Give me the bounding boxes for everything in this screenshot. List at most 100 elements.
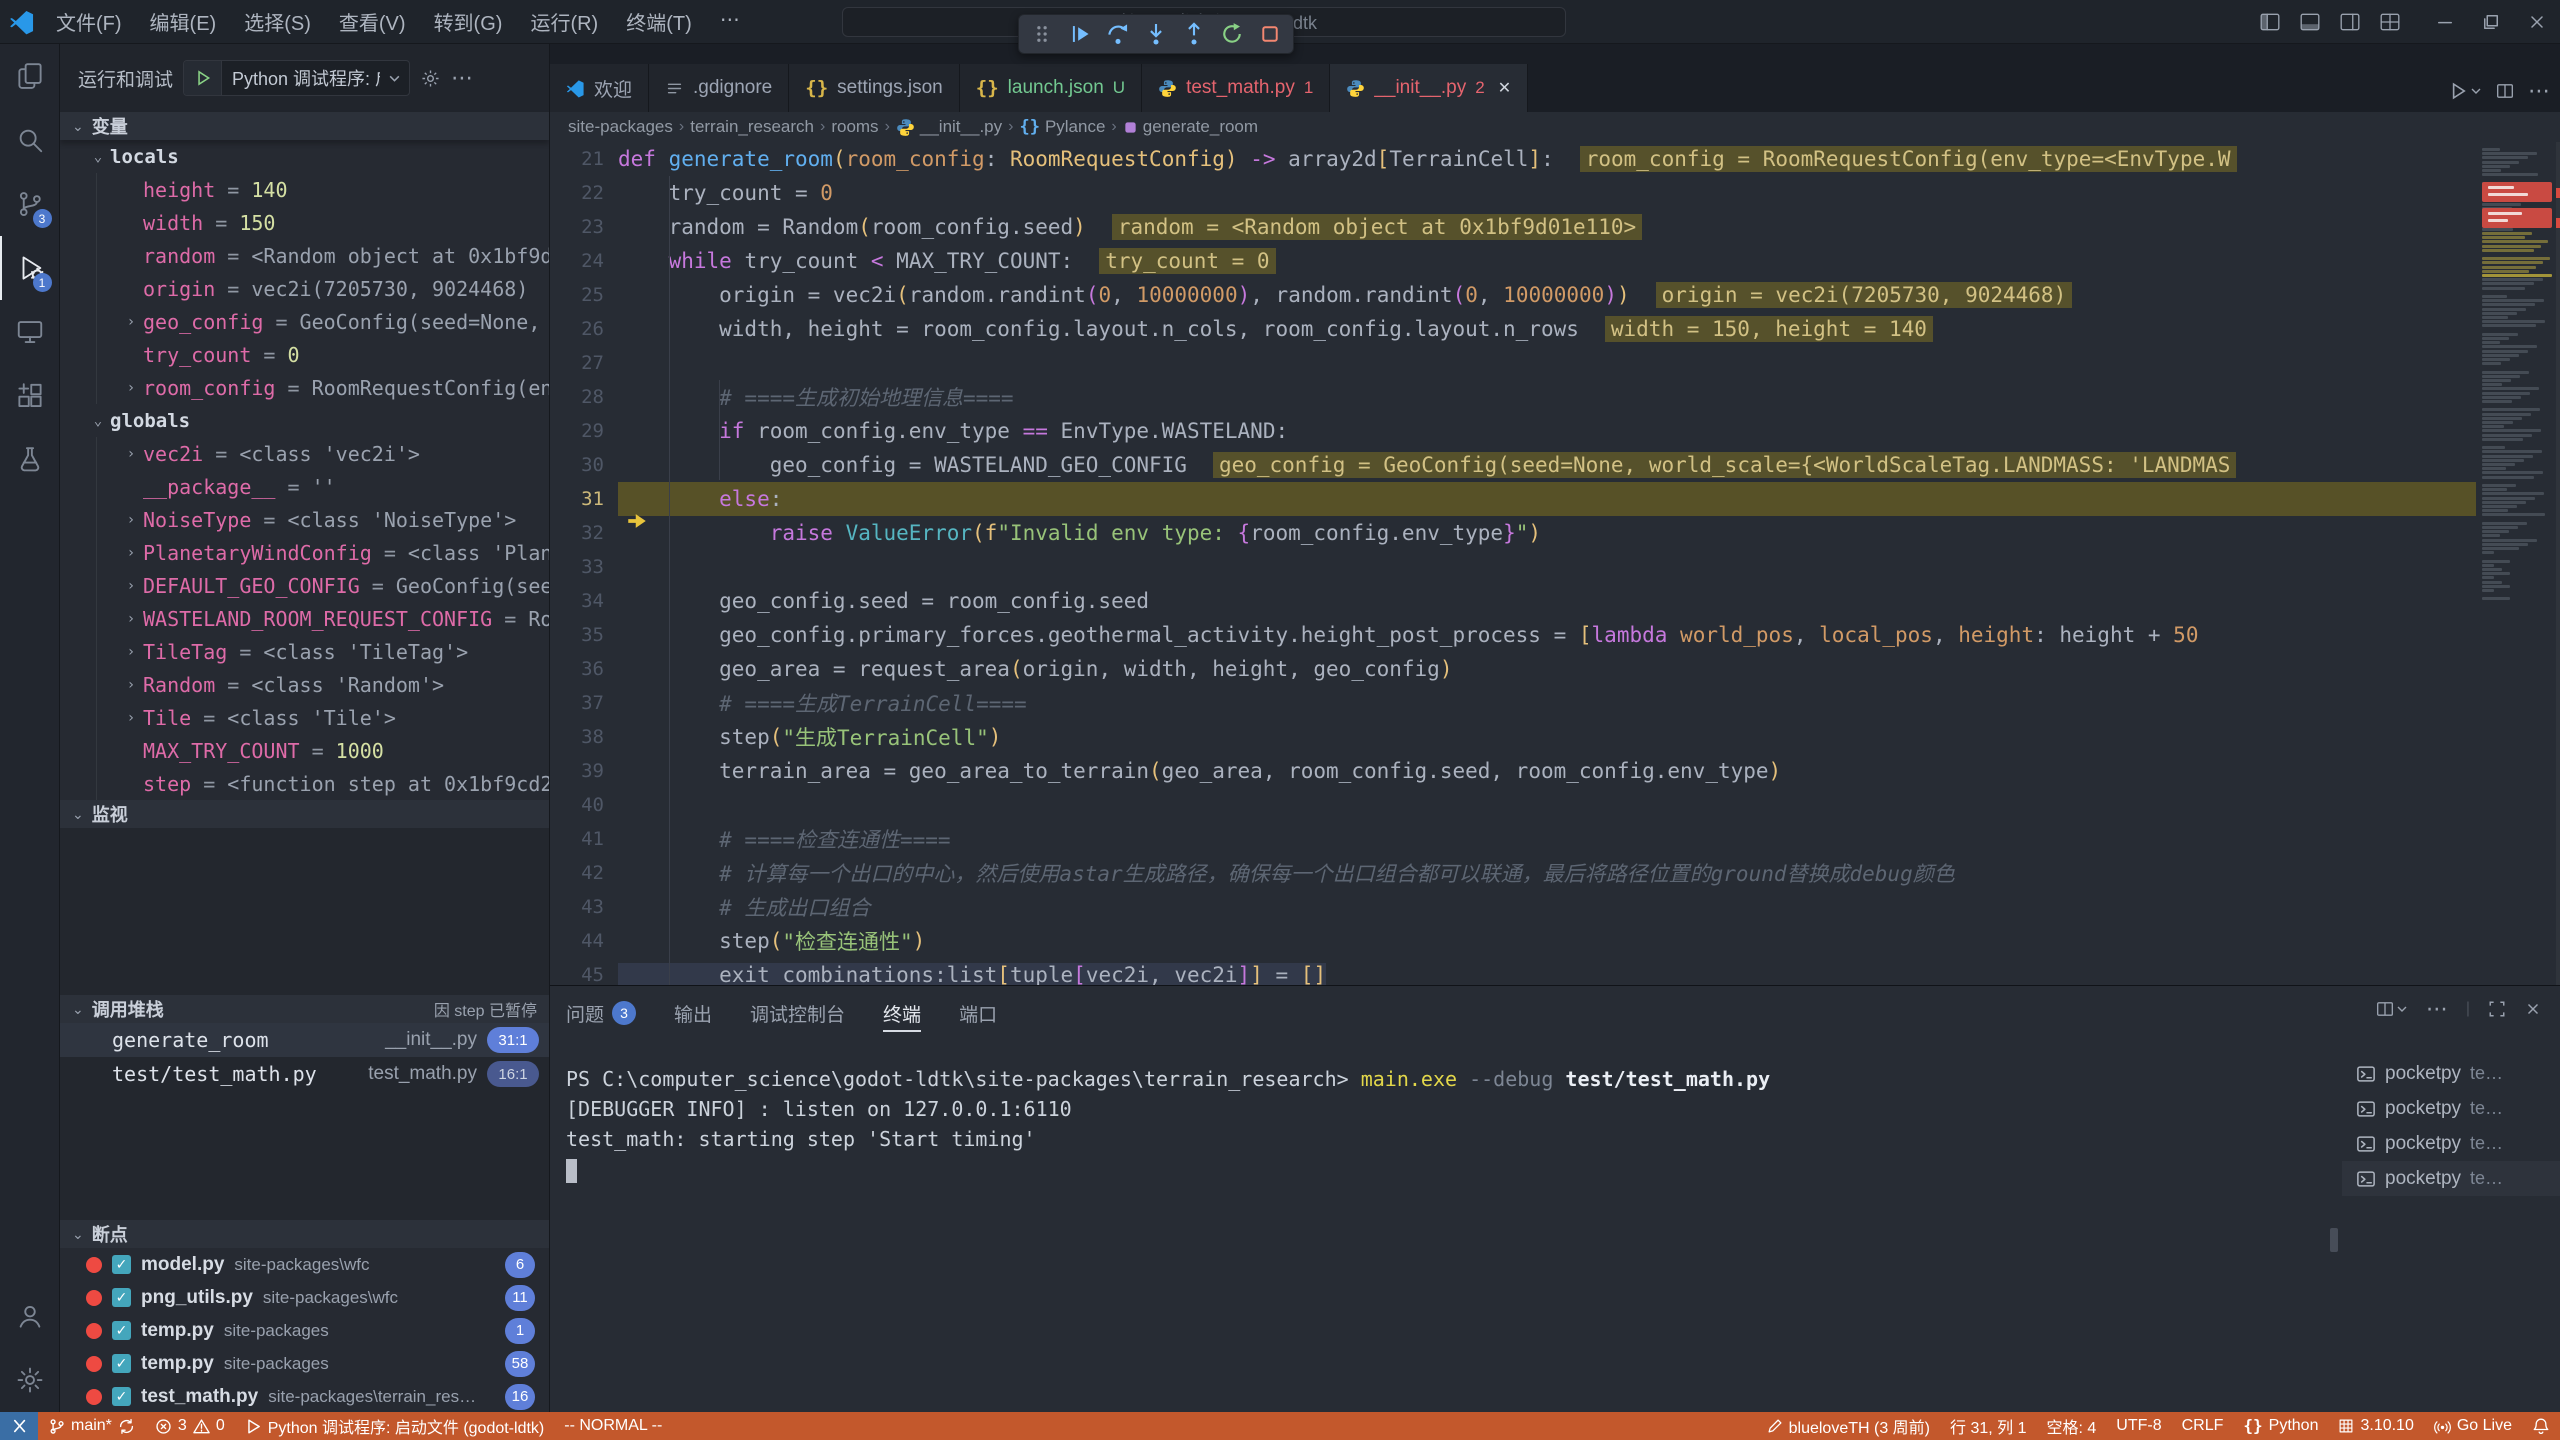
minimize-button[interactable]: [2422, 0, 2468, 44]
step-out-button[interactable]: [1177, 18, 1211, 50]
status-cursor-position[interactable]: 行 31, 列 1: [1940, 1412, 2036, 1440]
menu-item-file[interactable]: 文件(F): [44, 3, 134, 40]
code-line[interactable]: 24 while try_count < MAX_TRY_COUNT:try_c…: [550, 244, 2476, 278]
variable-row[interactable]: __package__ = '': [96, 470, 549, 503]
more-editor-actions-icon[interactable]: ⋯: [2528, 78, 2550, 104]
code-line[interactable]: 37 # ====生成TerrainCell====: [550, 686, 2476, 720]
stop-button[interactable]: [1253, 18, 1287, 50]
panel-scrollbar[interactable]: [2330, 1228, 2338, 1252]
status-python-interpreter[interactable]: 3.10.10: [2328, 1412, 2423, 1440]
status-go-live[interactable]: Go Live: [2424, 1412, 2522, 1440]
variable-row[interactable]: ›geo_config = GeoConfig(seed=None, wor…: [96, 305, 549, 338]
terminal-instance[interactable]: pocketpyte…: [2342, 1056, 2560, 1091]
menu-item-selection[interactable]: 选择(S): [232, 3, 323, 40]
debug-config-dropdown[interactable]: Python 调试程序: 启动: [183, 60, 410, 96]
layout-panel-button[interactable]: [2290, 4, 2330, 40]
editor-scrollbar[interactable]: [2556, 142, 2560, 1055]
run-python-file-button[interactable]: [2448, 81, 2482, 101]
code-line[interactable]: 43 # 生成出口组合: [550, 890, 2476, 924]
close-window-button[interactable]: [2514, 0, 2560, 44]
status-git-blame[interactable]: blueloveTH (3 周前): [1757, 1412, 1940, 1440]
status-vim-mode[interactable]: -- NORMAL --: [554, 1412, 672, 1440]
code-line[interactable]: 27: [550, 346, 2476, 380]
status-notifications[interactable]: [2522, 1412, 2560, 1440]
breadcrumb-item[interactable]: rooms: [831, 117, 878, 137]
step-into-button[interactable]: [1139, 18, 1173, 50]
code-line[interactable]: 28 # ====生成初始地理信息====: [550, 380, 2476, 414]
status-git-branch[interactable]: main*: [38, 1412, 145, 1440]
code-line[interactable]: 34 geo_config.seed = room_config.seed: [550, 584, 2476, 618]
activity-item-search[interactable]: [0, 108, 60, 172]
status-eol[interactable]: CRLF: [2172, 1412, 2234, 1440]
minimap[interactable]: [2480, 142, 2556, 1055]
code-line[interactable]: 22 try_count = 0: [550, 176, 2476, 210]
activity-item-remote-explorer[interactable]: [0, 300, 60, 364]
menu-item-edit[interactable]: 编辑(E): [138, 3, 229, 40]
continue-button[interactable]: [1063, 18, 1097, 50]
layout-sidebar-right-button[interactable]: [2330, 4, 2370, 40]
code-line[interactable]: 32 raise ValueError(f"Invalid env type: …: [550, 516, 2476, 550]
status-encoding[interactable]: UTF-8: [2106, 1412, 2171, 1440]
menu-item-more[interactable]: ⋯: [708, 3, 752, 40]
panel-tab-终端[interactable]: 终端: [883, 986, 921, 1040]
breadcrumb-item[interactable]: __init__.py: [896, 117, 1002, 137]
terminal-output[interactable]: PS C:\computer_science\godot-ldtk\site-p…: [566, 1064, 2316, 1184]
code-line[interactable]: 30 geo_config = WASTELAND_GEO_CONFIGgeo_…: [550, 448, 2476, 482]
panel-more-actions-icon[interactable]: ⋯: [2426, 996, 2448, 1022]
stack-frame[interactable]: generate_room__init__.py31:1: [60, 1023, 549, 1057]
variables-section-header[interactable]: ⌄变量: [60, 112, 549, 140]
status-debug-session[interactable]: Python 调试程序: 启动文件 (godot-ldtk): [235, 1412, 555, 1440]
breadcrumb-item[interactable]: generate_room: [1123, 117, 1258, 137]
layout-sidebar-left-button[interactable]: [2250, 4, 2290, 40]
variable-row[interactable]: ›PlanetaryWindConfig = <class 'Planeta…: [96, 536, 549, 569]
step-over-button[interactable]: [1101, 18, 1135, 50]
activity-item-source-control[interactable]: 3: [0, 172, 60, 236]
code-line[interactable]: 44 step("检查连通性"): [550, 924, 2476, 958]
start-debug-icon[interactable]: [184, 61, 222, 95]
terminal-instance[interactable]: pocketpyte…: [2342, 1126, 2560, 1161]
tab-launch.json[interactable]: {}launch.jsonU: [960, 64, 1142, 112]
code-line[interactable]: 42 # 计算每一个出口的中心，然后使用astar生成路径，确保每一个出口组合都…: [550, 856, 2476, 890]
code-line[interactable]: 40: [550, 788, 2476, 822]
status-remote-indicator[interactable]: [0, 1412, 38, 1440]
variable-row[interactable]: ›TileTag = <class 'TileTag'>: [96, 635, 549, 668]
customize-layout-button[interactable]: [2370, 4, 2410, 40]
terminal-instance[interactable]: pocketpyte…: [2342, 1091, 2560, 1126]
code-line[interactable]: 26 width, height = room_config.layout.n_…: [550, 312, 2476, 346]
breadcrumb-item[interactable]: site-packages: [568, 117, 673, 137]
status-indentation[interactable]: 空格: 4: [2036, 1412, 2106, 1440]
activity-item-explorer[interactable]: [0, 44, 60, 108]
variable-row[interactable]: ›NoiseType = <class 'NoiseType'>: [96, 503, 549, 536]
variable-row[interactable]: ›Random = <class 'Random'>: [96, 668, 549, 701]
code-line[interactable]: 21def generate_room(room_config: RoomReq…: [550, 142, 2476, 176]
breakpoints-section-header[interactable]: ⌄断点: [60, 1220, 549, 1248]
call-stack-section-header[interactable]: ⌄调用堆栈 因 step 已暂停: [60, 995, 549, 1023]
menu-item-go[interactable]: 转到(G): [422, 3, 515, 40]
code-line[interactable]: 38 step("生成TerrainCell"): [550, 720, 2476, 754]
code-line[interactable]: 41 # ====检查连通性====: [550, 822, 2476, 856]
code-line[interactable]: 39 terrain_area = geo_area_to_terrain(ge…: [550, 754, 2476, 788]
gear-icon[interactable]: [420, 68, 441, 89]
code-line[interactable]: 33: [550, 550, 2476, 584]
variable-group-locals[interactable]: ⌄locals: [60, 140, 549, 173]
breakpoint-row[interactable]: ✓png_utils.pysite-packages\wfc11: [60, 1281, 549, 1314]
breakpoint-checkbox[interactable]: ✓: [112, 1354, 131, 1373]
variable-row[interactable]: step = <function step at 0x1bf9cd216d: [96, 767, 549, 800]
variable-row[interactable]: ›DEFAULT_GEO_CONFIG = GeoConfig(seed=1…: [96, 569, 549, 602]
stack-frame[interactable]: test/test_math.pytest_math.py16:1: [60, 1057, 549, 1091]
tab-__init__.py[interactable]: __init__.py2✕: [1330, 64, 1528, 112]
breakpoint-checkbox[interactable]: ✓: [112, 1321, 131, 1340]
close-panel-icon[interactable]: [2524, 1000, 2542, 1018]
tab-test_math.py[interactable]: test_math.py1: [1142, 64, 1330, 112]
code-line[interactable]: 35 geo_config.primary_forces.geothermal_…: [550, 618, 2476, 652]
status-language-mode[interactable]: {}Python: [2233, 1412, 2328, 1440]
breakpoint-row[interactable]: ✓temp.pysite-packages1: [60, 1314, 549, 1347]
panel-tab-调试控制台[interactable]: 调试控制台: [750, 986, 845, 1040]
breakpoint-checkbox[interactable]: ✓: [112, 1288, 131, 1307]
tab-settings.json[interactable]: {}settings.json: [789, 64, 960, 112]
breakpoint-checkbox[interactable]: ✓: [112, 1387, 131, 1406]
breakpoint-row[interactable]: ✓model.pysite-packages\wfc6: [60, 1248, 549, 1281]
code-line[interactable]: 36 geo_area = request_area(origin, width…: [550, 652, 2476, 686]
panel-tab-输出[interactable]: 输出: [674, 986, 712, 1040]
maximize-panel-icon[interactable]: [2488, 1000, 2506, 1018]
